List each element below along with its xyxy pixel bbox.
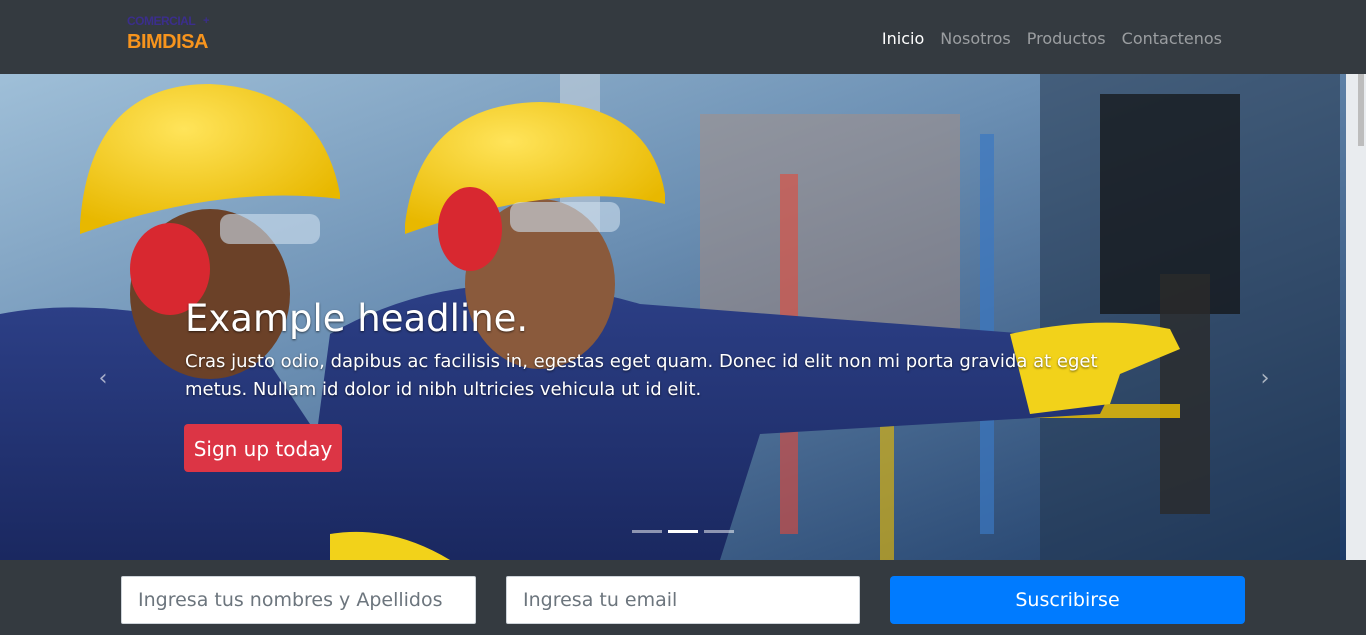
page-scrollbar[interactable] — [1346, 74, 1366, 560]
carousel-indicator-1[interactable] — [632, 530, 662, 533]
scrollbar-thumb[interactable] — [1358, 74, 1364, 146]
subscribe-button[interactable]: Suscribirse — [890, 576, 1245, 624]
name-input[interactable] — [121, 576, 476, 624]
carousel-indicator-2[interactable] — [668, 530, 698, 533]
nav-link-contactenos[interactable]: Contactenos — [1114, 27, 1230, 51]
nav-link-inicio[interactable]: Inicio — [874, 27, 932, 51]
sign-up-button[interactable]: Sign up today — [184, 424, 342, 472]
brand-logo-main-text: BIMDISA — [127, 31, 208, 53]
nav-links: Inicio Nosotros Productos Contactenos — [874, 27, 1230, 51]
email-input[interactable] — [506, 576, 860, 624]
carousel-indicator-3[interactable] — [704, 530, 734, 533]
carousel-indicators — [632, 530, 734, 533]
subscribe-bar: Suscribirse — [0, 560, 1366, 635]
brand-logo-plus: + — [203, 15, 210, 27]
navbar: COMERCIAL + BIMDISA Inicio Nosotros Prod… — [0, 0, 1366, 74]
carousel-next-icon[interactable]: › — [1250, 364, 1280, 394]
brand-logo-top-text: COMERCIAL — [127, 14, 196, 28]
brand-logo[interactable]: COMERCIAL + BIMDISA — [127, 14, 217, 56]
carousel-caption: Example headline. Cras justo odio, dapib… — [185, 295, 1145, 404]
carousel-prev-icon[interactable]: ‹ — [88, 364, 118, 394]
nav-link-nosotros[interactable]: Nosotros — [932, 27, 1019, 51]
carousel-lead-text: Cras justo odio, dapibus ac facilisis in… — [185, 351, 1098, 400]
nav-link-productos[interactable]: Productos — [1019, 27, 1114, 51]
carousel-headline: Example headline. — [185, 297, 529, 340]
